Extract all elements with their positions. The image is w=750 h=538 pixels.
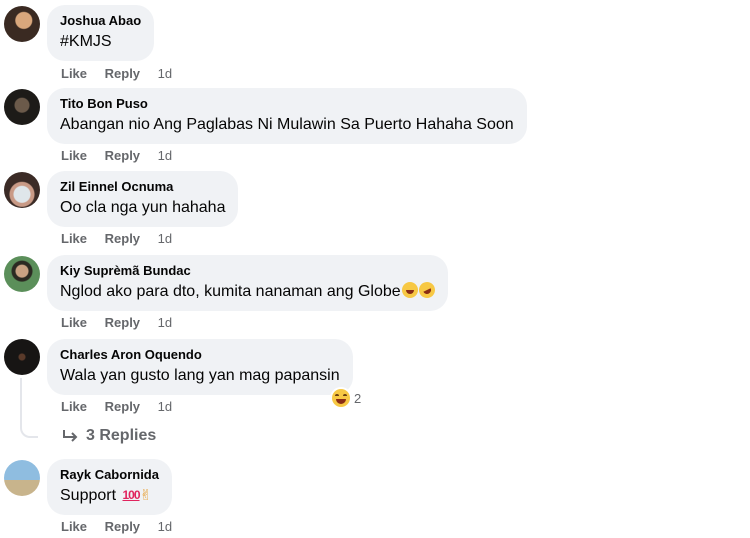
comment-author[interactable]: Joshua Abao [60,13,141,29]
avatar[interactable] [4,339,40,375]
comment-text: Abangan nio Ang Paglabas Ni Mulawin Sa P… [60,116,514,133]
laughing-tears-icon [401,282,418,298]
comment-text: Wala yan gusto lang yan mag papansin [60,367,340,384]
comment-timestamp[interactable]: 1d [158,519,172,534]
thread-connector [20,378,38,438]
comment-actions: Like Reply 1d [61,519,186,535]
comment-timestamp[interactable]: 1d [158,399,172,414]
comment-actions: Like Reply 1d [61,231,186,247]
reply-button[interactable]: Reply [105,315,140,330]
like-button[interactable]: Like [61,66,87,81]
comment-bubble: Joshua Abao #KMJS [47,5,155,61]
avatar[interactable] [4,6,40,42]
avatar[interactable] [4,89,40,125]
comment-bubble: Rayk Cabornida Support 100✌ [47,459,172,515]
view-replies-label: 3 Replies [86,427,157,444]
reply-button[interactable]: Reply [105,399,140,414]
comment-timestamp[interactable]: 1d [158,148,172,163]
comment-timestamp[interactable]: 1d [158,66,172,81]
reply-button[interactable]: Reply [105,66,140,81]
rolling-laugh-icon [416,279,438,301]
like-button[interactable]: Like [61,148,87,163]
hundred-points-icon: 100 [122,488,141,502]
reply-button[interactable]: Reply [105,519,140,534]
comment-author[interactable]: Kiy Suprèmã Bundac [60,263,435,279]
comment-actions: Like Reply 1d [61,315,186,331]
victory-hand-icon: ✌ [139,487,153,504]
like-button[interactable]: Like [61,519,87,534]
avatar[interactable] [4,460,40,496]
comment-text-body: Nglod ako para dto, kumita nanaman ang G… [60,283,401,300]
comment-text-body: Support [60,487,117,504]
haha-reaction-icon [332,389,350,407]
view-replies-link[interactable]: 3 Replies [62,427,156,445]
comment-author[interactable]: Zil Einnel Ocnuma [60,179,225,195]
comment-actions: Like Reply 1d [61,66,186,82]
like-button[interactable]: Like [61,399,87,414]
comment-bubble: Tito Bon Puso Abangan nio Ang Paglabas N… [47,88,527,144]
like-button[interactable]: Like [61,231,87,246]
comment-author[interactable]: Charles Aron Oquendo [60,347,340,363]
reply-arrow-icon [63,430,78,442]
comment-bubble: Zil Einnel Ocnuma Oo cla nga yun hahaha [47,171,239,227]
reply-button[interactable]: Reply [105,148,140,163]
comment-bubble: Kiy Suprèmã Bundac Nglod ako para dto, k… [47,255,448,311]
reply-button[interactable]: Reply [105,231,140,246]
reaction-count: 2 [354,390,362,406]
comment-text: Nglod ako para dto, kumita nanaman ang G… [60,279,438,302]
comment-author[interactable]: Tito Bon Puso [60,96,514,112]
like-button[interactable]: Like [61,315,87,330]
avatar[interactable] [4,256,40,292]
comment-text: #KMJS [60,33,112,50]
comment-timestamp[interactable]: 1d [158,231,172,246]
comment-actions: Like Reply 1d [61,399,186,415]
comment-text: Oo cla nga yun hahaha [60,199,226,216]
comment-text: Support 100✌ [60,485,159,506]
comment-timestamp[interactable]: 1d [158,315,172,330]
reaction-summary[interactable]: 2 [332,389,361,407]
comment-bubble: Charles Aron Oquendo Wala yan gusto lang… [47,339,353,395]
comment-author[interactable]: Rayk Cabornida [60,467,159,483]
comment-actions: Like Reply 1d [61,148,186,164]
avatar[interactable] [4,172,40,208]
